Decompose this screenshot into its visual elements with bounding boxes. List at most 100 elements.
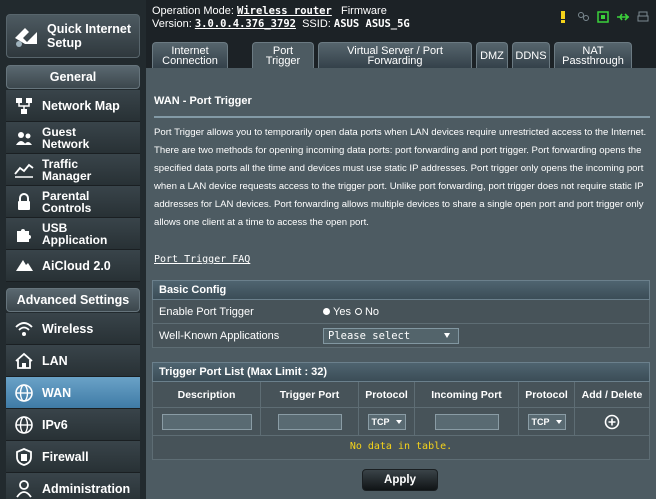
sidebar-item-label: LAN: [42, 353, 68, 368]
col-add-delete: Add / Delete: [581, 388, 643, 401]
sidebar-item-administration[interactable]: Administration: [6, 473, 140, 499]
firmware-label: Firmware: [341, 5, 387, 17]
incoming-protocol-select[interactable]: TCP: [527, 413, 566, 430]
tab-internet-connection[interactable]: Internet Connection: [152, 42, 228, 68]
ssid-label: SSID:: [302, 18, 331, 30]
select-value: TCP: [371, 416, 390, 427]
quick-setup-icon: [15, 28, 37, 47]
sidebar-item-label: USB Application: [42, 220, 108, 247]
sidebar-item-firewall[interactable]: Firewall: [6, 441, 140, 473]
well-known-apps-select[interactable]: Please select: [323, 327, 459, 344]
sidebar-item-label: WAN: [42, 385, 72, 400]
sidebar: Quick Internet Setup General Network Map…: [0, 0, 146, 499]
sidebar-item-wireless[interactable]: Wireless: [6, 313, 140, 345]
user-icon: [16, 479, 32, 498]
incoming-port-input[interactable]: [434, 413, 499, 430]
tab-port-trigger[interactable]: Port Trigger: [252, 42, 314, 68]
col-incoming-port: Incoming Port: [415, 382, 519, 407]
add-icon[interactable]: [604, 414, 620, 430]
firmware-version-link[interactable]: 3.0.0.4.376_3792: [195, 18, 296, 30]
chevron-down-icon: [395, 419, 402, 424]
sidebar-item-wan[interactable]: WAN: [6, 377, 140, 409]
col-protocol: Protocol: [359, 382, 415, 407]
select-value: Please select: [328, 329, 411, 342]
wifi-icon: [15, 321, 33, 336]
cloud-icon: [16, 259, 33, 271]
sidebar-item-label: Network Map: [42, 98, 120, 113]
clients-icon[interactable]: [576, 10, 590, 24]
tab-label: Trigger: [265, 54, 301, 67]
tab-label: Forwarding: [367, 54, 423, 67]
col-description: Description: [153, 382, 261, 407]
quick-setup-label: Quick Internet Setup: [47, 22, 132, 50]
main-content: WAN - Port Trigger Port Trigger allows y…: [146, 68, 656, 499]
yes-label: Yes: [333, 305, 351, 318]
basic-config-table: Basic Config Enable Port Trigger Yes No …: [152, 280, 650, 348]
sidebar-item-label: AiCloud 2.0: [42, 258, 111, 273]
tab-nat-passthrough[interactable]: NAT Passthrough: [554, 42, 632, 68]
col-protocol-2: Protocol: [519, 382, 575, 407]
well-known-apps-label: Well-Known Applications: [159, 329, 280, 342]
sidebar-item-label: Traffic Manager: [42, 156, 92, 183]
trigger-input-row: TCP TCP: [152, 408, 650, 436]
internet-status-icon[interactable]: [596, 10, 610, 24]
tab-label: Passthrough: [562, 54, 624, 67]
chevron-down-icon: [555, 419, 562, 424]
version-label: Version:: [152, 18, 192, 30]
no-label: No: [364, 305, 380, 318]
quick-internet-setup-button[interactable]: Quick Internet Setup: [6, 14, 140, 58]
lock-icon: [18, 192, 30, 210]
top-header: Operation Mode: Wireless router Firmware…: [152, 0, 656, 44]
enable-port-trigger-row: Enable Port Trigger Yes No: [152, 300, 650, 324]
sidebar-item-label: IPv6: [42, 417, 68, 432]
trigger-list-header: Trigger Port List (Max Limit : 32): [152, 362, 650, 382]
radio-unselected-icon: [354, 308, 362, 315]
well-known-apps-row: Well-Known Applications Please select: [152, 324, 650, 348]
ssid-value: ASUS ASUS_5G: [333, 18, 410, 30]
chevron-down-icon: [444, 332, 450, 338]
printer-icon[interactable]: [636, 10, 650, 24]
sidebar-item-label: Guest Network: [42, 124, 90, 151]
puzzle-icon: [17, 228, 31, 242]
notification-icon[interactable]: [556, 10, 570, 24]
guest-network-icon: [16, 131, 32, 145]
sidebar-item-network-map[interactable]: Network Map: [6, 90, 140, 122]
advanced-settings-header: Advanced Settings: [6, 288, 140, 312]
op-mode-label: Operation Mode:: [152, 5, 234, 17]
operation-mode-line: Operation Mode: Wireless router Firmware: [152, 5, 387, 17]
status-icons: [556, 10, 650, 24]
sidebar-item-aicloud[interactable]: AiCloud 2.0: [6, 250, 140, 282]
sidebar-item-lan[interactable]: LAN: [6, 345, 140, 377]
port-trigger-faq-link[interactable]: Port Trigger FAQ: [154, 254, 250, 265]
page-description: Port Trigger allows you to temporarily o…: [154, 127, 647, 228]
tab-label: DMZ: [480, 49, 504, 62]
apply-button[interactable]: Apply: [362, 469, 438, 491]
version-line: Version: 3.0.0.4.376_3792 SSID: ASUS ASU…: [152, 18, 410, 30]
sidebar-item-label: Administration: [42, 481, 131, 496]
op-mode-link[interactable]: Wireless router: [237, 5, 332, 17]
basic-config-header: Basic Config: [152, 280, 650, 300]
sidebar-item-label: Parental Controls: [42, 188, 92, 215]
title-divider: [154, 116, 650, 118]
trigger-port-input[interactable]: [277, 413, 342, 430]
radio-selected-icon: [323, 308, 330, 315]
globe-icon: [15, 383, 33, 402]
sidebar-item-guest-network[interactable]: Guest Network: [6, 122, 140, 154]
sidebar-item-traffic-manager[interactable]: Traffic Manager: [6, 154, 140, 186]
tab-virtual-server[interactable]: Virtual Server / Port Forwarding: [318, 42, 472, 68]
network-map-icon: [16, 97, 32, 114]
trigger-port-list-table: Trigger Port List (Max Limit : 32) Descr…: [152, 362, 650, 460]
usb-icon[interactable]: [616, 10, 630, 24]
yes-radio[interactable]: Yes: [323, 306, 351, 318]
select-value: TCP: [531, 416, 550, 427]
sidebar-item-ipv6[interactable]: IPv6: [6, 409, 140, 441]
sidebar-item-parental-controls[interactable]: Parental Controls: [6, 186, 140, 218]
enable-port-trigger-label: Enable Port Trigger: [159, 305, 254, 318]
sidebar-item-label: Wireless: [42, 321, 94, 336]
tab-dmz[interactable]: DMZ: [476, 42, 508, 68]
tab-ddns[interactable]: DDNS: [512, 42, 550, 68]
no-radio[interactable]: No: [354, 305, 380, 318]
description-input[interactable]: [161, 413, 252, 430]
trigger-protocol-select[interactable]: TCP: [367, 413, 406, 430]
sidebar-item-usb-application[interactable]: USB Application: [6, 218, 140, 250]
